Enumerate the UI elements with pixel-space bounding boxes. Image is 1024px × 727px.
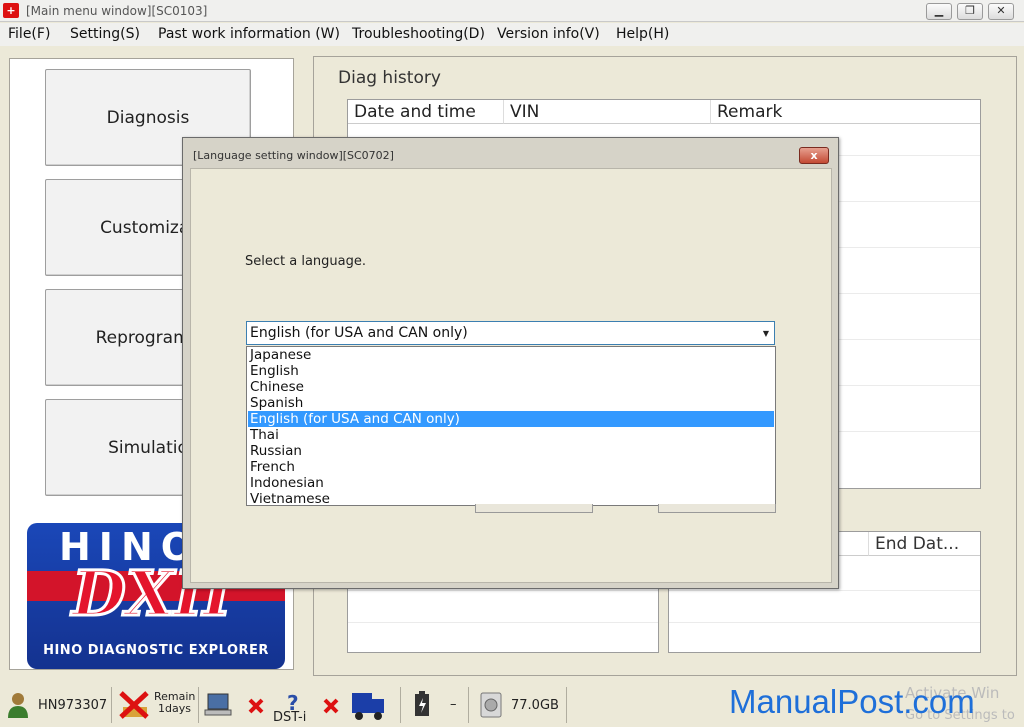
status-separator [566,687,567,723]
language-option-selected[interactable]: English (for USA and CAN only) [248,411,774,427]
user-icon [8,693,28,718]
language-select-value: English (for USA and CAN only) [250,325,468,341]
user-id: HN973307 [38,698,108,713]
app-icon: + [3,3,19,18]
minimize-button[interactable]: ▁ [926,3,952,20]
language-option[interactable]: Indonesian [248,475,774,491]
column-header-vin[interactable]: VIN [504,100,711,124]
laptop-icon [204,693,232,716]
main-title-bar: + [Main menu window][SC0103] ▁ ❐ ✕ [0,0,1024,22]
disconnected-x-icon [323,698,339,714]
menu-help[interactable]: Help(H) [616,26,669,42]
status-separator [400,687,401,723]
diag-history-title: Diag history [338,68,441,88]
language-option[interactable]: Chinese [248,379,774,395]
dialog-title: [Language setting window][SC0702] [193,149,394,162]
cancel-button-obscured[interactable] [658,504,776,513]
device-label: DST-i [273,710,307,725]
watermark: ManualPost.com [729,683,975,720]
column-header-date[interactable]: Date and time [348,100,504,124]
grid-row-divider [348,590,658,591]
battery-icon [415,691,429,716]
language-option[interactable]: Thai [248,427,774,443]
grid-row-divider [669,622,980,623]
menu-troubleshooting[interactable]: Troubleshooting(D) [352,26,485,42]
grid-row-divider [669,590,980,591]
battery-value: – [450,697,457,712]
menu-file[interactable]: File(F) [8,26,50,42]
status-separator [198,687,199,723]
language-dropdown-list[interactable]: Japanese English Chinese Spanish English… [246,346,776,507]
menu-past-work[interactable]: Past work information (W) [158,26,340,42]
column-header-end-date[interactable]: End Dat... [869,532,980,556]
disconnected-x-icon [248,698,264,714]
disk-icon [480,692,502,718]
column-header-remark[interactable]: Remark [711,100,980,124]
menu-bar: File(F) Setting(S) Past work information… [0,23,1024,46]
truck-icon [352,693,384,720]
menu-setting[interactable]: Setting(S) [70,26,140,42]
ok-button-obscured[interactable] [475,504,593,513]
disk-space: 77.0GB [511,698,559,713]
close-button[interactable]: ✕ [988,3,1014,20]
language-option[interactable]: French [248,459,774,475]
window-title: [Main menu window][SC0103] [26,4,208,18]
remain-days: 1days [158,702,191,715]
menu-version-info[interactable]: Version info(V) [497,26,600,42]
chevron-down-icon[interactable]: ▼ [763,323,769,345]
language-option[interactable]: English [248,363,774,379]
maximize-button[interactable]: ❐ [957,3,983,20]
select-language-prompt: Select a language. [245,254,366,269]
logo-subtitle: HINO DIAGNOSTIC EXPLORER [43,643,269,658]
language-select[interactable]: English (for USA and CAN only) ▼ [246,321,775,345]
dialog-close-button[interactable]: x [799,147,829,164]
status-separator [468,687,469,723]
language-option[interactable]: Japanese [248,347,774,363]
license-error-icon [119,691,149,719]
language-option[interactable]: Spanish [248,395,774,411]
language-option[interactable]: Russian [248,443,774,459]
status-separator [111,687,112,723]
grid-row-divider [348,622,658,623]
